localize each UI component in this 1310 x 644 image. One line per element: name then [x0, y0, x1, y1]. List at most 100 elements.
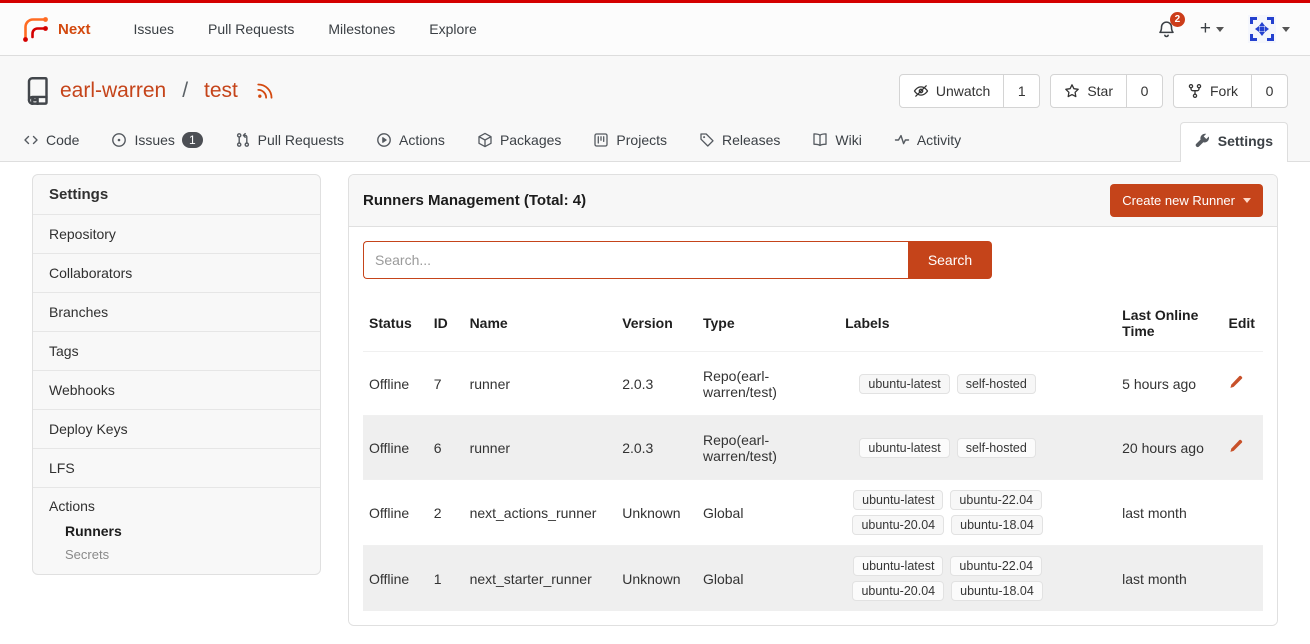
col-type: Type [695, 295, 837, 352]
star-icon [1064, 83, 1080, 99]
fork-button[interactable]: Fork 0 [1173, 74, 1288, 108]
runner-labels: ubuntu-latest ubuntu-22.04 ubuntu-20.04 … [845, 490, 1050, 535]
fork-count[interactable]: 0 [1251, 75, 1287, 107]
runner-status: Offline [363, 546, 426, 612]
sidebar-item-branches[interactable]: Branches [33, 292, 320, 331]
tab-label: Releases [722, 132, 780, 148]
repo-book-icon [22, 77, 50, 105]
repo-separator: / [182, 79, 188, 103]
notification-count-badge: 2 [1170, 12, 1185, 27]
tab-activity[interactable]: Activity [893, 123, 962, 161]
sidebar-item-lfs[interactable]: LFS [33, 448, 320, 487]
tab-settings[interactable]: Settings [1180, 122, 1288, 162]
repo-tabs: Code Issues 1 Pull Requests Actions [22, 122, 1288, 161]
unwatch-label: Unwatch [936, 83, 990, 99]
code-icon [23, 132, 39, 148]
label-chip: ubuntu-22.04 [950, 490, 1042, 510]
create-new-runner-label: Create new Runner [1122, 193, 1235, 208]
create-new-dropdown[interactable]: + [1200, 18, 1224, 40]
eye-slash-icon [913, 83, 929, 99]
search-button[interactable]: Search [908, 241, 992, 279]
tab-code[interactable]: Code [22, 123, 80, 161]
caret-down-icon [1243, 198, 1251, 203]
plus-icon: + [1200, 18, 1211, 40]
brand-next-label: Next [58, 21, 91, 38]
top-navbar: Next Issues Pull Requests Milestones Exp… [0, 3, 1310, 56]
nav-pull-requests-link[interactable]: Pull Requests [208, 21, 294, 37]
caret-down-icon [1216, 27, 1224, 32]
sidebar-item-runners[interactable]: Runners [65, 523, 304, 539]
rss-feed-icon[interactable] [256, 82, 274, 100]
runners-table: Status ID Name Version Type Labels Last … [363, 295, 1263, 611]
runner-name: next_starter_runner [462, 546, 615, 612]
tab-wiki[interactable]: Wiki [811, 123, 862, 161]
repo-owner-link[interactable]: earl-warren [60, 79, 166, 103]
sidebar-item-tags[interactable]: Tags [33, 331, 320, 370]
sidebar-item-webhooks[interactable]: Webhooks [33, 370, 320, 409]
nav-issues-link[interactable]: Issues [134, 21, 174, 37]
book-open-icon [812, 132, 828, 148]
edit-runner-button[interactable] [1228, 375, 1243, 390]
tab-issues[interactable]: Issues 1 [110, 123, 203, 161]
runner-status: Offline [363, 416, 426, 480]
tab-label: Actions [399, 132, 445, 148]
runner-labels: ubuntu-latest self-hosted [845, 374, 1050, 394]
unwatch-button[interactable]: Unwatch 1 [899, 74, 1040, 108]
tab-releases[interactable]: Releases [698, 123, 781, 161]
runner-name: runner [462, 352, 615, 416]
star-count[interactable]: 0 [1126, 75, 1162, 107]
runner-version: 2.0.3 [614, 416, 695, 480]
tab-packages[interactable]: Packages [476, 123, 562, 161]
search-input[interactable] [363, 241, 908, 279]
sidebar-item-secrets[interactable]: Secrets [65, 547, 304, 562]
table-row: Offline 6 runner 2.0.3 Repo(earl-warren/… [363, 416, 1263, 480]
tab-pull-requests[interactable]: Pull Requests [234, 123, 345, 161]
tab-label: Projects [616, 132, 667, 148]
forgejo-logo-link[interactable]: Next [20, 14, 91, 44]
nav-explore-link[interactable]: Explore [429, 21, 476, 37]
tab-projects[interactable]: Projects [592, 123, 668, 161]
runners-panel: Runners Management (Total: 4) Create new… [348, 174, 1278, 626]
runner-id: 1 [426, 546, 462, 612]
edit-runner-button[interactable] [1228, 439, 1243, 454]
fork-label: Fork [1210, 83, 1238, 99]
col-id: ID [426, 295, 462, 352]
panel-title: Runners Management (Total: 4) [363, 192, 586, 209]
runner-id: 7 [426, 352, 462, 416]
tab-actions[interactable]: Actions [375, 123, 446, 161]
runner-version: 2.0.3 [614, 352, 695, 416]
sidebar-item-collaborators[interactable]: Collaborators [33, 253, 320, 292]
runner-type: Repo(earl-warren/test) [695, 416, 837, 480]
col-status: Status [363, 295, 426, 352]
table-row: Offline 1 next_starter_runner Unknown Gl… [363, 546, 1263, 612]
package-cube-icon [477, 132, 493, 148]
sidebar-item-deploy-keys[interactable]: Deploy Keys [33, 409, 320, 448]
sidebar-item-repository[interactable]: Repository [33, 214, 320, 253]
label-chip: ubuntu-20.04 [852, 515, 944, 535]
issues-count-badge: 1 [182, 132, 203, 148]
runner-status: Offline [363, 352, 426, 416]
play-circle-icon [376, 132, 392, 148]
create-new-runner-button[interactable]: Create new Runner [1110, 184, 1263, 217]
notifications-button[interactable]: 2 [1157, 20, 1176, 39]
issue-icon [111, 132, 127, 148]
repo-name-link[interactable]: test [204, 79, 238, 103]
runner-version: Unknown [614, 546, 695, 612]
nav-milestones-link[interactable]: Milestones [328, 21, 395, 37]
star-button[interactable]: Star 0 [1050, 74, 1163, 108]
label-chip: ubuntu-22.04 [950, 556, 1042, 576]
repo-title: earl-warren / test [22, 77, 274, 105]
label-chip: self-hosted [957, 438, 1036, 458]
label-chip: ubuntu-latest [853, 490, 943, 510]
watch-count[interactable]: 1 [1003, 75, 1039, 107]
label-chip: ubuntu-20.04 [852, 581, 944, 601]
label-chip: ubuntu-latest [859, 374, 949, 394]
repo-action-buttons: Unwatch 1 Star 0 [899, 74, 1288, 108]
pulse-icon [894, 132, 910, 148]
sidebar-item-actions[interactable]: Actions [49, 498, 304, 514]
tab-label: Issues [134, 132, 174, 148]
label-chip: ubuntu-latest [853, 556, 943, 576]
col-edit: Edit [1220, 295, 1263, 352]
runner-labels: ubuntu-latest ubuntu-22.04 ubuntu-20.04 … [845, 556, 1050, 601]
user-menu-dropdown[interactable] [1248, 15, 1290, 43]
